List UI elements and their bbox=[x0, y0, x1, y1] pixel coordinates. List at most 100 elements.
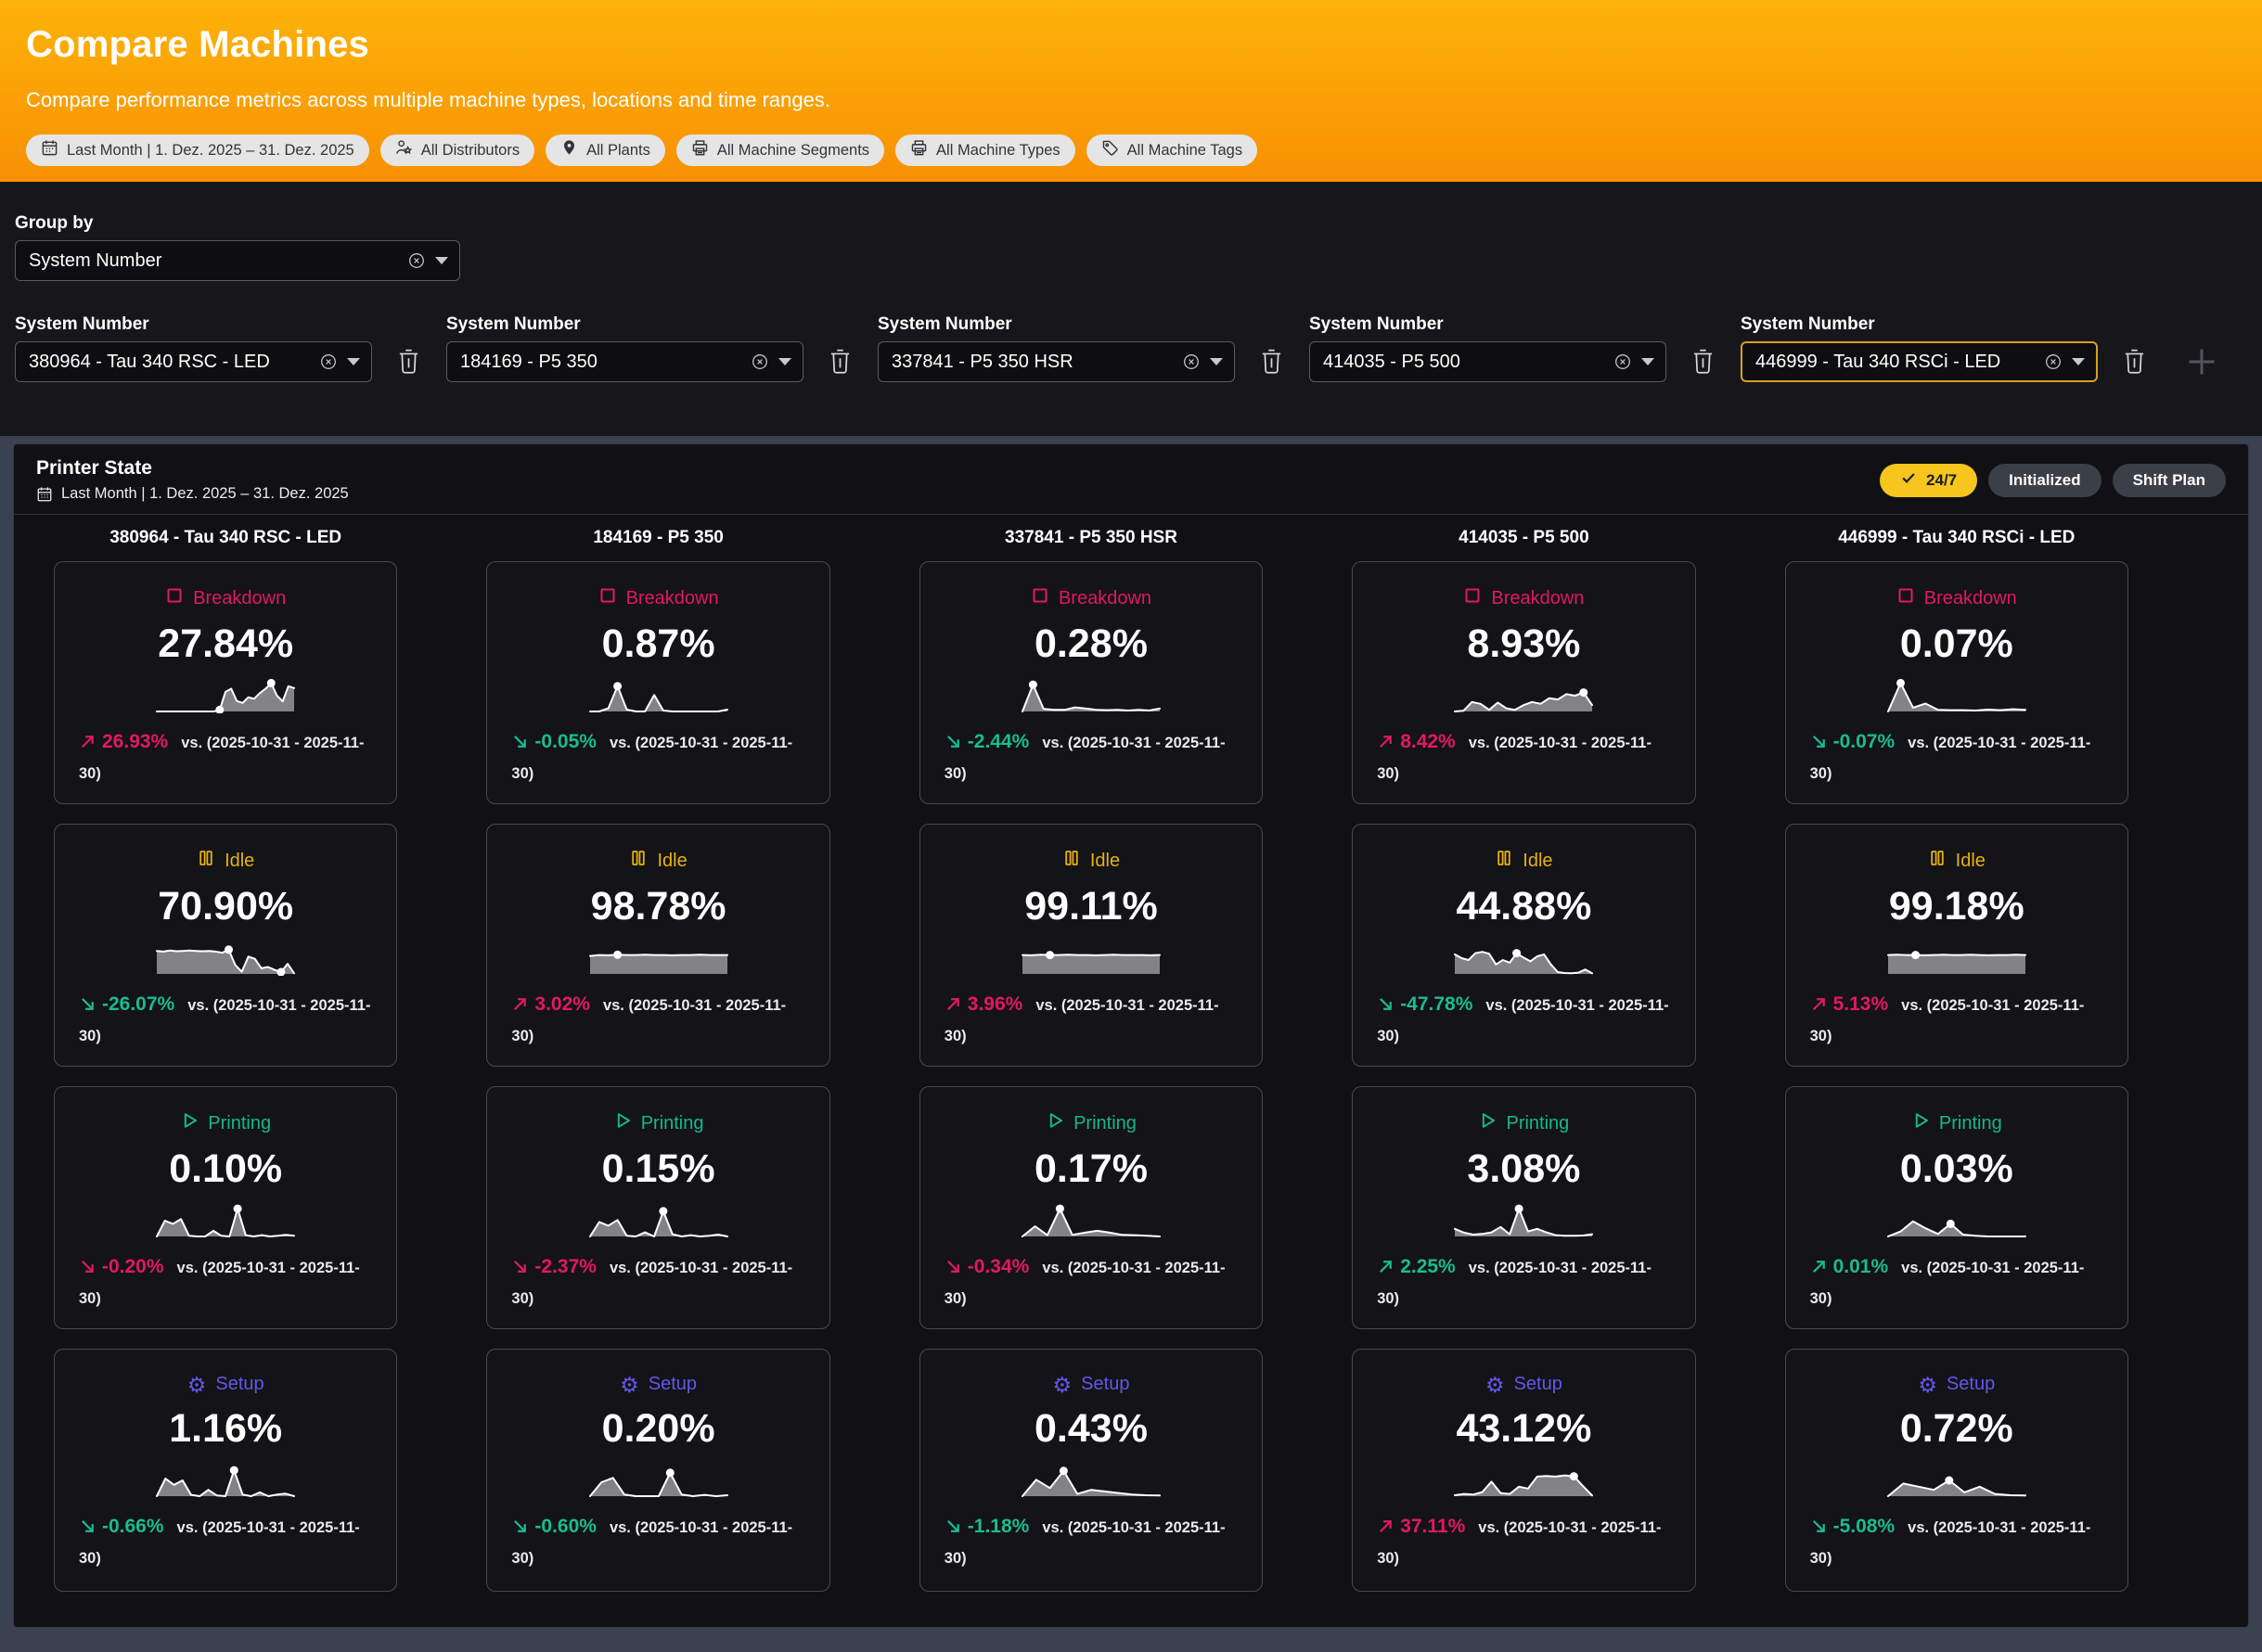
metric-value: 99.11% bbox=[945, 884, 1238, 929]
machine-select-2[interactable]: 184169 - P5 350 bbox=[446, 341, 803, 382]
printer-icon bbox=[691, 139, 709, 161]
arrow-up-icon bbox=[1810, 1258, 1828, 1275]
machine-selector-unit: System Number 446999 - Tau 340 RSCi - LED bbox=[1741, 314, 2172, 382]
delta-value: -0.60% bbox=[534, 1516, 597, 1537]
delta-value: 3.02% bbox=[534, 993, 590, 1015]
metric-delta-row: -5.08%vs. (2025-10-31 - 2025-11-30) bbox=[1810, 1512, 2103, 1572]
column-header: 380964 - Tau 340 RSC - LED bbox=[54, 528, 397, 548]
metric-label: Idle bbox=[1523, 851, 1552, 872]
group-by-value: System Number bbox=[29, 250, 407, 272]
toggle-initialized[interactable]: Initialized bbox=[1988, 464, 2101, 497]
arrow-down-icon bbox=[1377, 995, 1394, 1013]
metric-card-idle-1: Idle70.90%-26.07%vs. (2025-10-31 - 2025-… bbox=[54, 824, 397, 1067]
pause-icon bbox=[1062, 849, 1081, 873]
chevron-down-icon[interactable] bbox=[1641, 358, 1654, 365]
remove-machine-button[interactable] bbox=[1690, 348, 1716, 376]
filter-chip-all-machine-tags[interactable]: All Machine Tags bbox=[1086, 134, 1257, 166]
selector-label: System Number bbox=[1741, 314, 2098, 335]
metric-label: Idle bbox=[1956, 851, 1986, 872]
metric-delta-row: -0.07%vs. (2025-10-31 - 2025-11-30) bbox=[1810, 727, 2103, 788]
metric-card-setup-3: ⚙Setup0.43%-1.18%vs. (2025-10-31 - 2025-… bbox=[919, 1349, 1263, 1592]
sparkline-chart bbox=[1454, 939, 1593, 976]
square-outline-icon bbox=[1031, 586, 1049, 610]
page-header: Compare Machines Compare performance met… bbox=[0, 0, 2262, 182]
delta-value: 37.11% bbox=[1400, 1516, 1465, 1537]
machine-select-1[interactable]: 380964 - Tau 340 RSC - LED bbox=[15, 341, 372, 382]
metric-card-setup-4: ⚙Setup43.12%37.11%vs. (2025-10-31 - 2025… bbox=[1352, 1349, 1695, 1592]
machine-select-4[interactable]: 414035 - P5 500 bbox=[1309, 341, 1666, 382]
clear-icon[interactable] bbox=[751, 352, 769, 371]
chevron-down-icon[interactable] bbox=[778, 358, 791, 365]
metric-card-breakdown-1: Breakdown27.84%26.93%vs. (2025-10-31 - 2… bbox=[54, 561, 397, 804]
delta-value: -2.37% bbox=[534, 1256, 597, 1277]
delta-value: 3.96% bbox=[968, 993, 1023, 1015]
delta-value: -47.78% bbox=[1400, 993, 1472, 1015]
toggle-24-7[interactable]: 24/7 bbox=[1880, 464, 1977, 497]
delta-value: -5.08% bbox=[1833, 1516, 1896, 1537]
calendar-icon bbox=[36, 486, 53, 503]
remove-machine-button[interactable] bbox=[2122, 348, 2147, 376]
chevron-down-icon[interactable] bbox=[1210, 358, 1223, 365]
arrow-down-icon bbox=[511, 733, 529, 750]
metric-value: 8.93% bbox=[1377, 621, 1670, 667]
filter-chip-all-machine-types[interactable]: All Machine Types bbox=[895, 134, 1075, 166]
metric-label: Breakdown bbox=[193, 588, 286, 609]
toggle-shift-plan[interactable]: Shift Plan bbox=[2113, 464, 2226, 497]
machine-select-5[interactable]: 446999 - Tau 340 RSCi - LED bbox=[1741, 341, 2098, 382]
chevron-down-icon[interactable] bbox=[347, 358, 360, 365]
metric-value: 44.88% bbox=[1377, 884, 1670, 929]
filter-chip-all-machine-segments[interactable]: All Machine Segments bbox=[676, 134, 884, 166]
metric-label: Breakdown bbox=[626, 588, 719, 609]
chevron-down-icon[interactable] bbox=[435, 257, 448, 264]
metric-value: 0.15% bbox=[511, 1146, 804, 1192]
metric-value: 0.10% bbox=[79, 1146, 372, 1192]
panel-date-range: Last Month | 1. Dez. 2025 – 31. Dez. 202… bbox=[36, 485, 349, 503]
metric-label: Setup bbox=[215, 1374, 263, 1395]
pause-icon bbox=[1928, 849, 1947, 873]
clear-icon[interactable] bbox=[319, 352, 338, 371]
metric-delta-row: -0.20%vs. (2025-10-31 - 2025-11-30) bbox=[79, 1252, 372, 1313]
metric-card-breakdown-2: Breakdown0.87%-0.05%vs. (2025-10-31 - 20… bbox=[486, 561, 829, 804]
metric-delta-row: -2.44%vs. (2025-10-31 - 2025-11-30) bbox=[945, 727, 1238, 788]
machine-select-value: 337841 - P5 350 HSR bbox=[892, 352, 1182, 373]
add-machine-button[interactable] bbox=[2185, 345, 2218, 378]
filter-chip-last-month-1-dez-2025-31-dez-2025[interactable]: Last Month | 1. Dez. 2025 – 31. Dez. 202… bbox=[26, 134, 369, 166]
metric-card-breakdown-4: Breakdown8.93%8.42%vs. (2025-10-31 - 202… bbox=[1352, 561, 1695, 804]
metric-card-idle-2: Idle98.78%3.02%vs. (2025-10-31 - 2025-11… bbox=[486, 824, 829, 1067]
chevron-down-icon[interactable] bbox=[2072, 358, 2085, 365]
metric-delta-row: -47.78%vs. (2025-10-31 - 2025-11-30) bbox=[1377, 990, 1670, 1050]
gear-icon: ⚙ bbox=[1485, 1376, 1505, 1394]
remove-machine-button[interactable] bbox=[1259, 348, 1284, 376]
clear-icon[interactable] bbox=[407, 251, 426, 270]
machine-select-value: 414035 - P5 500 bbox=[1323, 352, 1613, 373]
arrow-up-icon bbox=[1810, 995, 1828, 1013]
clear-icon[interactable] bbox=[2044, 352, 2063, 371]
metric-label: Breakdown bbox=[1491, 588, 1584, 609]
metric-delta-row: 5.13%vs. (2025-10-31 - 2025-11-30) bbox=[1810, 990, 2103, 1050]
metric-card-idle-5: Idle99.18%5.13%vs. (2025-10-31 - 2025-11… bbox=[1785, 824, 2128, 1067]
play-icon bbox=[180, 1111, 199, 1135]
metric-value: 3.08% bbox=[1377, 1146, 1670, 1192]
group-by-select[interactable]: System Number bbox=[15, 240, 460, 281]
play-icon bbox=[1911, 1111, 1930, 1135]
column-headers: 380964 - Tau 340 RSC - LED184169 - P5 35… bbox=[14, 515, 2248, 548]
metric-value: 1.16% bbox=[79, 1406, 372, 1452]
page-title: Compare Machines bbox=[26, 24, 2236, 66]
clear-icon[interactable] bbox=[1182, 352, 1201, 371]
metric-card-printing-5: Printing0.03%0.01%vs. (2025-10-31 - 2025… bbox=[1785, 1086, 2128, 1329]
metric-card-idle-4: Idle 44.88% -47.78%vs. (2025-10-31 - 2025-… bbox=[1352, 824, 1695, 1067]
filter-chip-all-distributors[interactable]: All Distributors bbox=[380, 134, 534, 166]
metric-delta-row: -0.05%vs. (2025-10-31 - 2025-11-30) bbox=[511, 727, 804, 788]
gear-icon: ⚙ bbox=[187, 1376, 207, 1394]
sparkline-chart bbox=[589, 1201, 728, 1238]
cards-grid: Breakdown27.84%26.93%vs. (2025-10-31 - 2… bbox=[14, 548, 2248, 1601]
machine-select-3[interactable]: 337841 - P5 350 HSR bbox=[878, 341, 1235, 382]
sparkline-chart bbox=[1022, 1201, 1161, 1238]
remove-machine-button[interactable] bbox=[396, 348, 421, 376]
arrow-up-icon bbox=[1377, 733, 1394, 750]
play-icon bbox=[1478, 1111, 1497, 1135]
clear-icon[interactable] bbox=[1613, 352, 1632, 371]
filter-chip-all-plants[interactable]: All Plants bbox=[546, 134, 665, 166]
remove-machine-button[interactable] bbox=[828, 348, 853, 376]
pin-icon bbox=[560, 139, 578, 161]
